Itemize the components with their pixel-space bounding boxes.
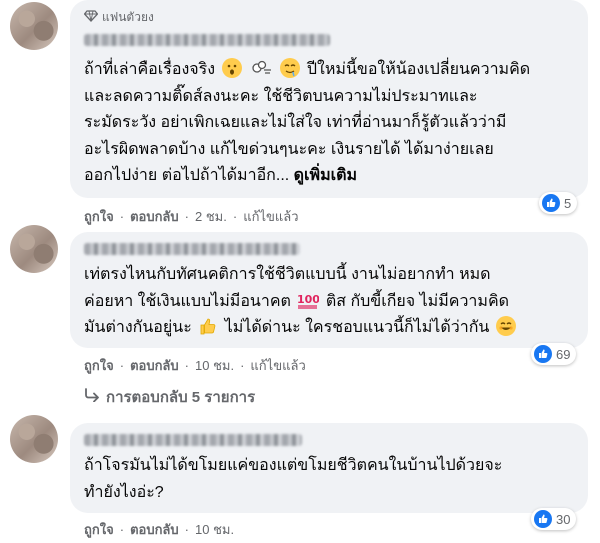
comment-line: ค่อยหา ใช้เงินแบบไม่มีอนาคต 100 ติส กับข… (84, 289, 518, 316)
reaction-count-value: 5 (564, 195, 572, 211)
commenter-avatar-3[interactable] (10, 415, 58, 463)
like-button[interactable]: ถูกใจ (84, 355, 114, 376)
comment-line: เท่ตรงไหนกับทัศนคติการใช้ชีวิตแบบนี้ งาน… (84, 266, 491, 283)
commenter-name-1[interactable] (84, 34, 330, 46)
reaction-count-1[interactable]: 5 (539, 192, 578, 214)
commenter-avatar-2[interactable] (10, 225, 58, 273)
diamond-icon (83, 10, 99, 25)
comment-line: ระมัดระวัง อย่าเพิกเฉยและไม่ใส่ใจ เท่าที… (84, 114, 507, 131)
like-button[interactable]: ถูกใจ (84, 519, 114, 540)
like-reaction-icon (534, 510, 552, 528)
puff-emoji (250, 58, 272, 78)
replies-label: การตอบกลับ 5 รายการ (106, 389, 256, 406)
edited-label: แก้ไขแล้ว (250, 358, 306, 373)
reaction-count-3[interactable]: 30 (531, 508, 577, 530)
reply-button[interactable]: ตอบกลับ (130, 355, 179, 376)
reaction-count-value: 69 (556, 346, 571, 362)
reaction-count-2[interactable]: 69 (531, 343, 577, 365)
view-replies-button[interactable]: การตอบกลับ 5 รายการ (84, 385, 255, 409)
like-button[interactable]: ถูกใจ (84, 206, 114, 227)
comment-line: ออกไปง่าย ต่อไปถ้าได้มาอีก... ดูเพิ่มเติ… (84, 167, 358, 184)
top-fan-badge: แฟนตัวยง (83, 8, 154, 27)
comment-line: อะไรผิดพลาดบ้าง แก้ไขด่วนๆนะคะ เงินรายได… (84, 140, 494, 158)
reply-button[interactable]: ตอบกลับ (130, 206, 179, 227)
hundred-emoji: 100 (297, 290, 321, 310)
comment-actions-1: ถูกใจ · ตอบกลับ · 2 ชม. · แก้ไขแล้ว (84, 206, 299, 227)
comment-line: ถ้าที่เล่าคือเรื่องจริง ปีใหม่นี้ขอให้น้… (84, 57, 530, 84)
see-more-link[interactable]: ดูเพิ่มเติม (294, 167, 357, 184)
comment-actions-3: ถูกใจ · ตอบกลับ · 10 ชม. (84, 519, 234, 540)
comment-text-1: ถ้าที่เล่าคือเรื่องจริง ปีใหม่นี้ขอให้น้… (84, 57, 530, 190)
commenter-name-2[interactable] (84, 243, 300, 255)
comment-text-2: เท่ตรงไหนกับทัศนคติการใช้ชีวิตแบบนี้ งาน… (84, 262, 518, 342)
astonished-emoji (221, 58, 242, 78)
edited-label: แก้ไขแล้ว (243, 209, 299, 224)
comment-line: มันต่างกันอยู่นะ ไม่ได้ด่านะ ใครชอบแนวนี… (84, 315, 518, 342)
thumbs-up-emoji (198, 316, 218, 336)
like-reaction-icon (534, 345, 552, 363)
comment-time[interactable]: 10 ชม. (195, 519, 234, 540)
commenter-avatar-1[interactable] (10, 2, 58, 50)
comment-time[interactable]: 2 ชม. (195, 206, 227, 227)
svg-text:100: 100 (297, 293, 319, 306)
reply-button[interactable]: ตอบกลับ (130, 519, 179, 540)
commenter-name-3[interactable] (84, 434, 302, 446)
smile-emoji (495, 316, 516, 336)
reaction-count-value: 30 (556, 511, 571, 527)
comment-time[interactable]: 10 ชม. (195, 355, 234, 376)
comment-line: และลดความติ๊ดส์ลงนะคะ ใช้ชีวิตบนความไม่ป… (84, 87, 478, 105)
badge-label: แฟนตัวยง (102, 10, 154, 24)
comment-text-3: ถ้าโจรมันไม่ได้ขโมยแค่ของแต่ขโมยชีวิตคนใ… (84, 453, 502, 506)
like-reaction-icon (542, 194, 560, 212)
comment-line: ถ้าโจรมันไม่ได้ขโมยแค่ของแต่ขโมยชีวิตคนใ… (84, 457, 503, 474)
drooling-emoji (280, 58, 301, 78)
comment-actions-2: ถูกใจ · ตอบกลับ · 10 ชม. · แก้ไขแล้ว (84, 355, 306, 376)
comment-line: ทำยังไงอ่ะ? (84, 483, 164, 501)
reply-arrow-icon (84, 388, 100, 406)
